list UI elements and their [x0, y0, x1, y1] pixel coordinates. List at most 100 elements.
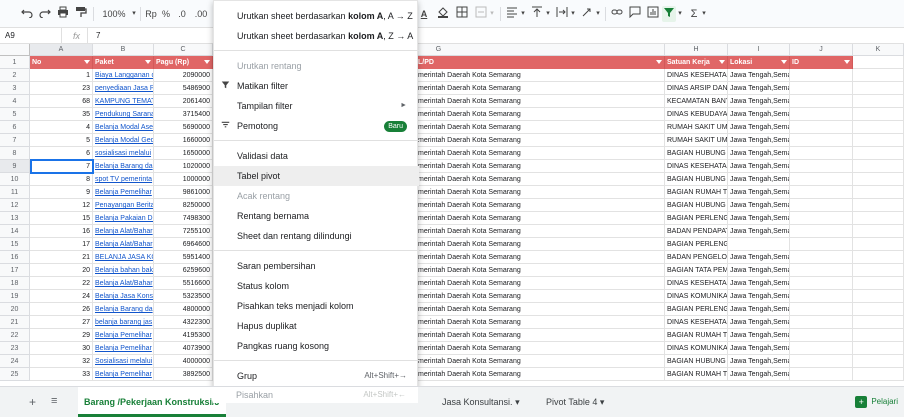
row-header[interactable]: 12 [0, 199, 30, 212]
row-header[interactable]: 1 [0, 56, 30, 69]
tab-jasa-konsultansi[interactable]: Jasa Konsultansi. ▾ [436, 387, 526, 417]
cell-pagu[interactable]: 3892500 [154, 368, 213, 381]
cell-no[interactable]: 20 [30, 264, 93, 277]
header-cell-id[interactable]: ID [790, 56, 853, 69]
cell-lokasi[interactable]: Jawa Tengah,Semarang (Kota) [728, 342, 790, 355]
filter-dropdown-icon[interactable] [656, 60, 662, 64]
cell-satuan[interactable]: BAGIAN RUMAH T [665, 368, 728, 381]
header-cell-lokasi[interactable]: Lokasi [728, 56, 790, 69]
filter-dropdown-icon[interactable] [145, 60, 151, 64]
empty-cell[interactable] [790, 355, 853, 368]
menu-item-turn-off-filter[interactable]: Matikan filter [214, 76, 419, 96]
functions-dropdown-icon[interactable]: ▾ [700, 6, 708, 22]
cell-no[interactable]: 8 [30, 173, 93, 186]
cell-lokasi[interactable]: Jawa Tengah,Semarang (Kota) [728, 82, 790, 95]
empty-cell[interactable] [790, 186, 853, 199]
cell-no[interactable]: 22 [30, 277, 93, 290]
menu-item-split-text[interactable]: Pisahkan teks menjadi kolom [214, 296, 419, 316]
empty-cell[interactable] [853, 186, 904, 199]
zoom-dropdown-icon[interactable]: ▾ [130, 6, 138, 22]
cell-satuan[interactable]: BAGIAN HUBUNG [665, 147, 728, 160]
select-all-corner[interactable] [0, 44, 30, 56]
cell-satuan[interactable]: RUMAH SAKIT UM [665, 121, 728, 134]
row-header[interactable]: 18 [0, 277, 30, 290]
row-header[interactable]: 7 [0, 134, 30, 147]
row-header[interactable]: 5 [0, 108, 30, 121]
empty-cell[interactable] [853, 329, 904, 342]
insert-chart-icon[interactable] [646, 6, 660, 22]
merge-dropdown-icon[interactable]: ▾ [488, 6, 496, 22]
row-header[interactable]: 6 [0, 121, 30, 134]
menu-item-sort-sheet-za[interactable]: Urutkan sheet berdasarkan kolom A, Z → A [214, 26, 419, 46]
name-box[interactable]: A9 [0, 28, 62, 44]
cell-satuan[interactable]: DINAS KOMUNIKA [665, 342, 728, 355]
cell-paket[interactable]: spot TV pemerinta [93, 173, 154, 186]
all-sheets-icon[interactable]: ≡ [51, 395, 57, 407]
column-header-j[interactable]: J [790, 44, 853, 56]
cell-lokasi[interactable]: Jawa Tengah,Semarang (Kota) [728, 134, 790, 147]
cell-pagu[interactable]: 6964600 [154, 238, 213, 251]
cell-no[interactable]: 35 [30, 108, 93, 121]
undo-icon[interactable] [20, 6, 34, 22]
row-header[interactable]: 3 [0, 82, 30, 95]
cell-pagu[interactable]: 7498300 [154, 212, 213, 225]
empty-cell[interactable] [853, 160, 904, 173]
empty-cell[interactable] [853, 212, 904, 225]
cell-no[interactable]: 12 [30, 199, 93, 212]
text-color-button[interactable]: A [418, 6, 430, 22]
cell-pagu[interactable]: 1650000 [154, 147, 213, 160]
empty-cell[interactable] [790, 342, 853, 355]
empty-cell[interactable] [853, 251, 904, 264]
empty-cell[interactable] [853, 238, 904, 251]
cell-lokasi[interactable]: Jawa Tengah,Semarang (Kota) [728, 329, 790, 342]
cell-no[interactable]: 26 [30, 303, 93, 316]
cell-pagu[interactable]: 5516600 [154, 277, 213, 290]
insert-comment-icon[interactable] [628, 6, 642, 22]
row-header[interactable]: 14 [0, 225, 30, 238]
sigma-icon[interactable]: Σ [688, 6, 700, 22]
fill-color-icon[interactable] [436, 6, 450, 22]
cell-paket[interactable]: Biaya Langganan d [93, 69, 154, 82]
menu-item-sort-sheet-az[interactable]: Urutkan sheet berdasarkan kolom A, A → Z [214, 6, 419, 26]
filter-dropdown-icon[interactable] [844, 60, 850, 64]
filter-icon[interactable] [662, 6, 676, 22]
currency-format-button[interactable]: Rp [144, 6, 158, 22]
empty-cell[interactable] [790, 95, 853, 108]
cell-satuan[interactable]: DINAS KESEHATAN [665, 277, 728, 290]
text-rotation-icon[interactable] [580, 6, 594, 22]
cell-pagu[interactable]: 2090000 [154, 69, 213, 82]
empty-cell[interactable] [790, 303, 853, 316]
cell-paket[interactable]: belanja barang jas [93, 316, 154, 329]
cell-pagu[interactable]: 8250000 [154, 199, 213, 212]
cell-paket[interactable]: Penayangan Berita [93, 199, 154, 212]
cell-lokasi[interactable]: Jawa Tengah,Semarang (Kota) [728, 316, 790, 329]
empty-cell[interactable] [790, 238, 853, 251]
cell-satuan[interactable]: DINAS KESEHATAN [665, 316, 728, 329]
cell-satuan[interactable]: BAGIAN HUBUNG [665, 199, 728, 212]
empty-cell[interactable] [853, 56, 904, 69]
cell-paket[interactable]: BELANJA JASA KON [93, 251, 154, 264]
filter-dropdown-icon[interactable] [719, 60, 725, 64]
cell-paket[interactable]: Belanja Barang da [93, 303, 154, 316]
menu-item-slicer[interactable]: Pemotong Baru [214, 116, 419, 136]
header-cell-pagu[interactable]: Pagu (Rp) [154, 56, 213, 69]
cell-paket[interactable]: penyediaan Jasa P [93, 82, 154, 95]
cell-paket[interactable]: Belanja Alat/Bahar [93, 277, 154, 290]
header-cell-no[interactable]: No [30, 56, 93, 69]
empty-cell[interactable] [853, 264, 904, 277]
empty-cell[interactable] [790, 225, 853, 238]
menu-item-remove-duplicates[interactable]: Hapus duplikat [214, 316, 419, 336]
cell-pagu[interactable]: 4322300 [154, 316, 213, 329]
header-cell-satuan-kerja[interactable]: Satuan Kerja [665, 56, 728, 69]
empty-cell[interactable] [790, 199, 853, 212]
empty-cell[interactable] [853, 316, 904, 329]
cell-satuan[interactable]: DINAS ARSIP DAN [665, 82, 728, 95]
cell-pagu[interactable]: 4195300 [154, 329, 213, 342]
cell-no[interactable]: 1 [30, 69, 93, 82]
empty-cell[interactable] [790, 160, 853, 173]
cell-pagu[interactable]: 7255100 [154, 225, 213, 238]
menu-item-filter-views[interactable]: Tampilan filter ► [214, 96, 419, 116]
cell-lokasi[interactable]: Jawa Tengah,Semarang (Kota) [728, 160, 790, 173]
empty-cell[interactable] [790, 147, 853, 160]
formula-input[interactable]: 7 [96, 28, 100, 44]
